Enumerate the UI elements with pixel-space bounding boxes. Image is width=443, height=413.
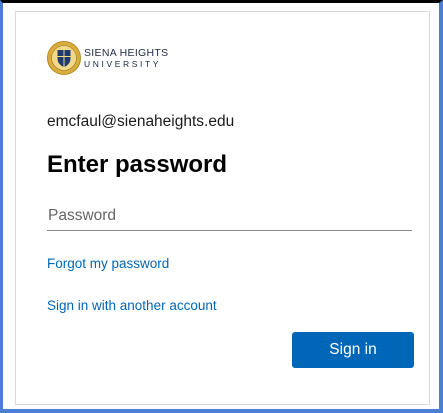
- university-name: SIENA HEIGHTS UNIVERSITY: [84, 46, 169, 69]
- university-name-line1: SIENA HEIGHTS: [84, 46, 169, 59]
- password-input[interactable]: [47, 202, 413, 230]
- forgot-password-link[interactable]: Forgot my password: [47, 256, 169, 271]
- sign-in-button[interactable]: Sign in: [292, 332, 414, 368]
- account-email: emcfaul@sienaheights.edu: [47, 113, 235, 130]
- page-title: Enter password: [47, 151, 228, 178]
- university-logo: SIENA HEIGHTS UNIVERSITY: [47, 40, 168, 76]
- window-frame: SIENA HEIGHTS UNIVERSITY emcfaul@sienahe…: [0, 0, 443, 413]
- sign-in-card: SIENA HEIGHTS UNIVERSITY emcfaul@sienahe…: [15, 11, 430, 405]
- university-name-line2: UNIVERSITY: [84, 59, 162, 69]
- sign-in-another-account-link[interactable]: Sign in with another account: [47, 298, 217, 313]
- university-seal-icon: [47, 41, 81, 75]
- password-field-container: [47, 202, 413, 231]
